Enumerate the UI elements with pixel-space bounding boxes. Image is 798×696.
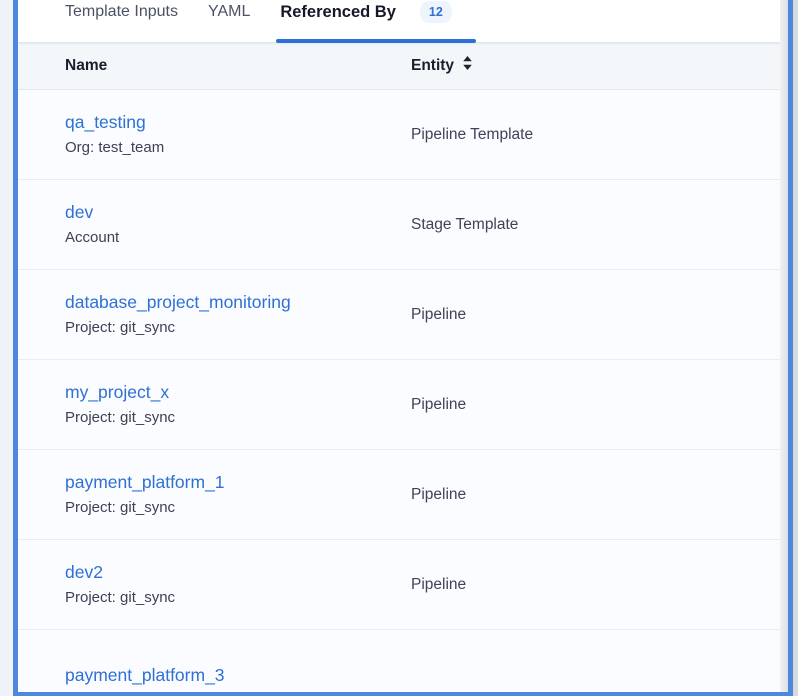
table-row: my_project_x Project: git_syncPipeline — [18, 360, 780, 450]
tab-bar: Template Inputs YAML Referenced By 12 — [18, 0, 780, 42]
table-header: Name Entity — [18, 42, 780, 90]
page-left-margin — [0, 0, 13, 696]
tab-yaml[interactable]: YAML — [208, 0, 250, 44]
row-scope-label: Project: git_sync — [65, 499, 411, 517]
table-row: payment_platform_3 — [18, 630, 780, 696]
row-entity-value — [411, 630, 780, 696]
row-name-cell: qa_testing Org: test_team — [18, 90, 411, 179]
row-name-cell: my_project_x Project: git_sync — [18, 360, 411, 449]
table-row: dev AccountStage Template — [18, 180, 780, 270]
row-name-link[interactable]: dev2 — [65, 562, 103, 582]
page-right-margin — [793, 0, 798, 696]
row-scope-label: Account — [65, 229, 411, 247]
column-header-entity-label: Entity — [411, 57, 454, 75]
row-name-link[interactable]: dev — [65, 202, 93, 222]
table-row: qa_testing Org: test_teamPipeline Templat… — [18, 90, 780, 180]
row-name-cell: database_project_monitoring Project: git_… — [18, 270, 411, 359]
row-scope-label: Project: git_sync — [65, 589, 411, 607]
row-name-link[interactable]: payment_platform_3 — [65, 665, 225, 685]
scrollbar-track[interactable] — [780, 0, 788, 696]
sort-arrows-icon — [462, 55, 473, 76]
row-entity-value: Pipeline Template — [411, 90, 780, 179]
row-entity-value: Stage Template — [411, 180, 780, 269]
row-name-link[interactable]: qa_testing — [65, 112, 146, 132]
table-body: qa_testing Org: test_teamPipeline Templat… — [18, 90, 780, 696]
row-entity-value: Pipeline — [411, 450, 780, 539]
row-scope-label: Org: test_team — [65, 139, 411, 157]
tab-template-inputs[interactable]: Template Inputs — [65, 0, 178, 44]
panel-border-right — [788, 0, 793, 696]
referenced-by-count-badge: 12 — [420, 1, 452, 23]
tab-referenced-by[interactable]: Referenced By 12 — [280, 0, 451, 44]
column-header-entity[interactable]: Entity — [411, 55, 780, 76]
referenced-by-panel: Template Inputs YAML Referenced By 12 Na… — [0, 0, 798, 696]
row-entity-value: Pipeline — [411, 360, 780, 449]
row-name-link[interactable]: my_project_x — [65, 382, 169, 402]
panel-border-bottom — [13, 692, 793, 696]
table-row: database_project_monitoring Project: git_… — [18, 270, 780, 360]
row-name-cell: payment_platform_1 Project: git_sync — [18, 450, 411, 539]
panel-border-left — [13, 0, 18, 696]
row-name-cell: dev Account — [18, 180, 411, 269]
row-scope-label: Project: git_sync — [65, 319, 411, 337]
row-entity-value: Pipeline — [411, 270, 780, 359]
row-name-link[interactable]: payment_platform_1 — [65, 472, 225, 492]
row-entity-value: Pipeline — [411, 540, 780, 629]
row-scope-label: Project: git_sync — [65, 409, 411, 427]
tab-referenced-by-label: Referenced By — [280, 2, 396, 22]
table-row: payment_platform_1 Project: git_syncPipel… — [18, 450, 780, 540]
row-name-cell: payment_platform_3 — [18, 630, 411, 696]
column-header-name: Name — [18, 57, 411, 75]
row-name-cell: dev2 Project: git_sync — [18, 540, 411, 629]
row-name-link[interactable]: database_project_monitoring — [65, 292, 291, 312]
table-row: dev2 Project: git_syncPipeline — [18, 540, 780, 630]
panel-content: Template Inputs YAML Referenced By 12 Na… — [18, 0, 780, 696]
